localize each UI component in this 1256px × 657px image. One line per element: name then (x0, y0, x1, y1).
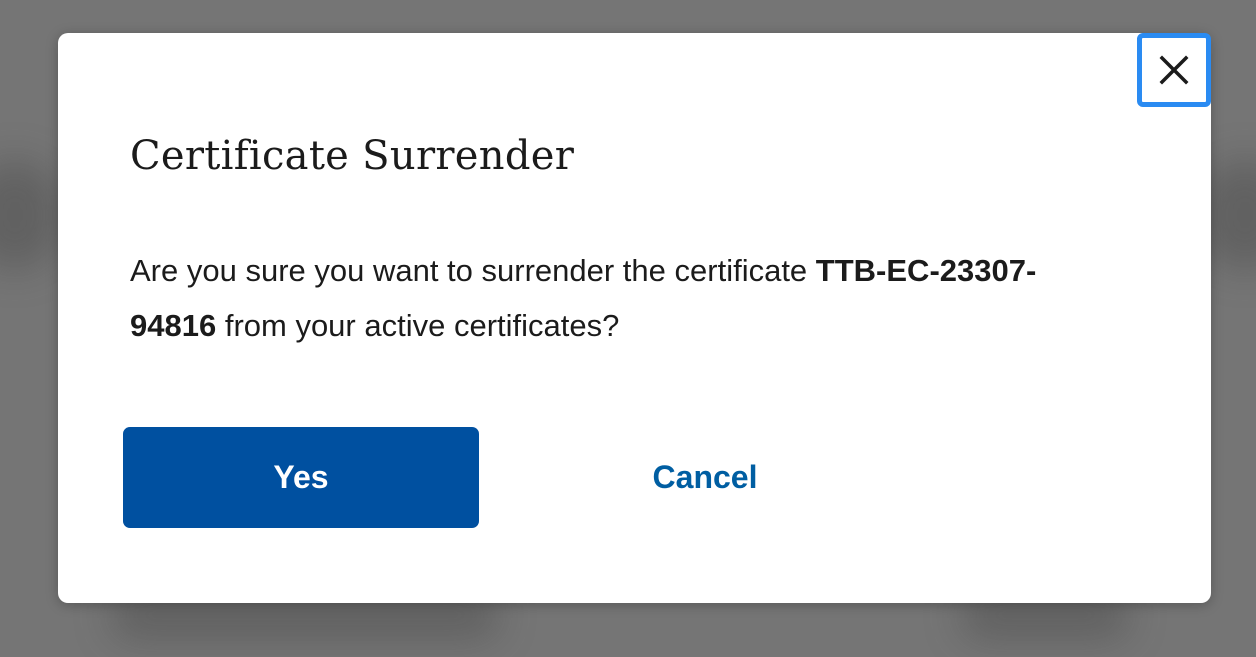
dialog-title: Certificate Surrender (130, 133, 575, 179)
background-blur-left (0, 160, 60, 270)
dialog-message: Are you sure you want to surrender the c… (130, 243, 1120, 353)
close-icon (1159, 55, 1189, 85)
message-suffix: from your active certificates? (216, 308, 620, 343)
close-button[interactable] (1137, 33, 1211, 107)
message-prefix: Are you sure you want to surrender the c… (130, 253, 816, 288)
cancel-button[interactable]: Cancel (598, 427, 812, 528)
certificate-surrender-dialog: Certificate Surrender Are you sure you w… (58, 33, 1211, 603)
yes-button[interactable]: Yes (123, 427, 479, 528)
